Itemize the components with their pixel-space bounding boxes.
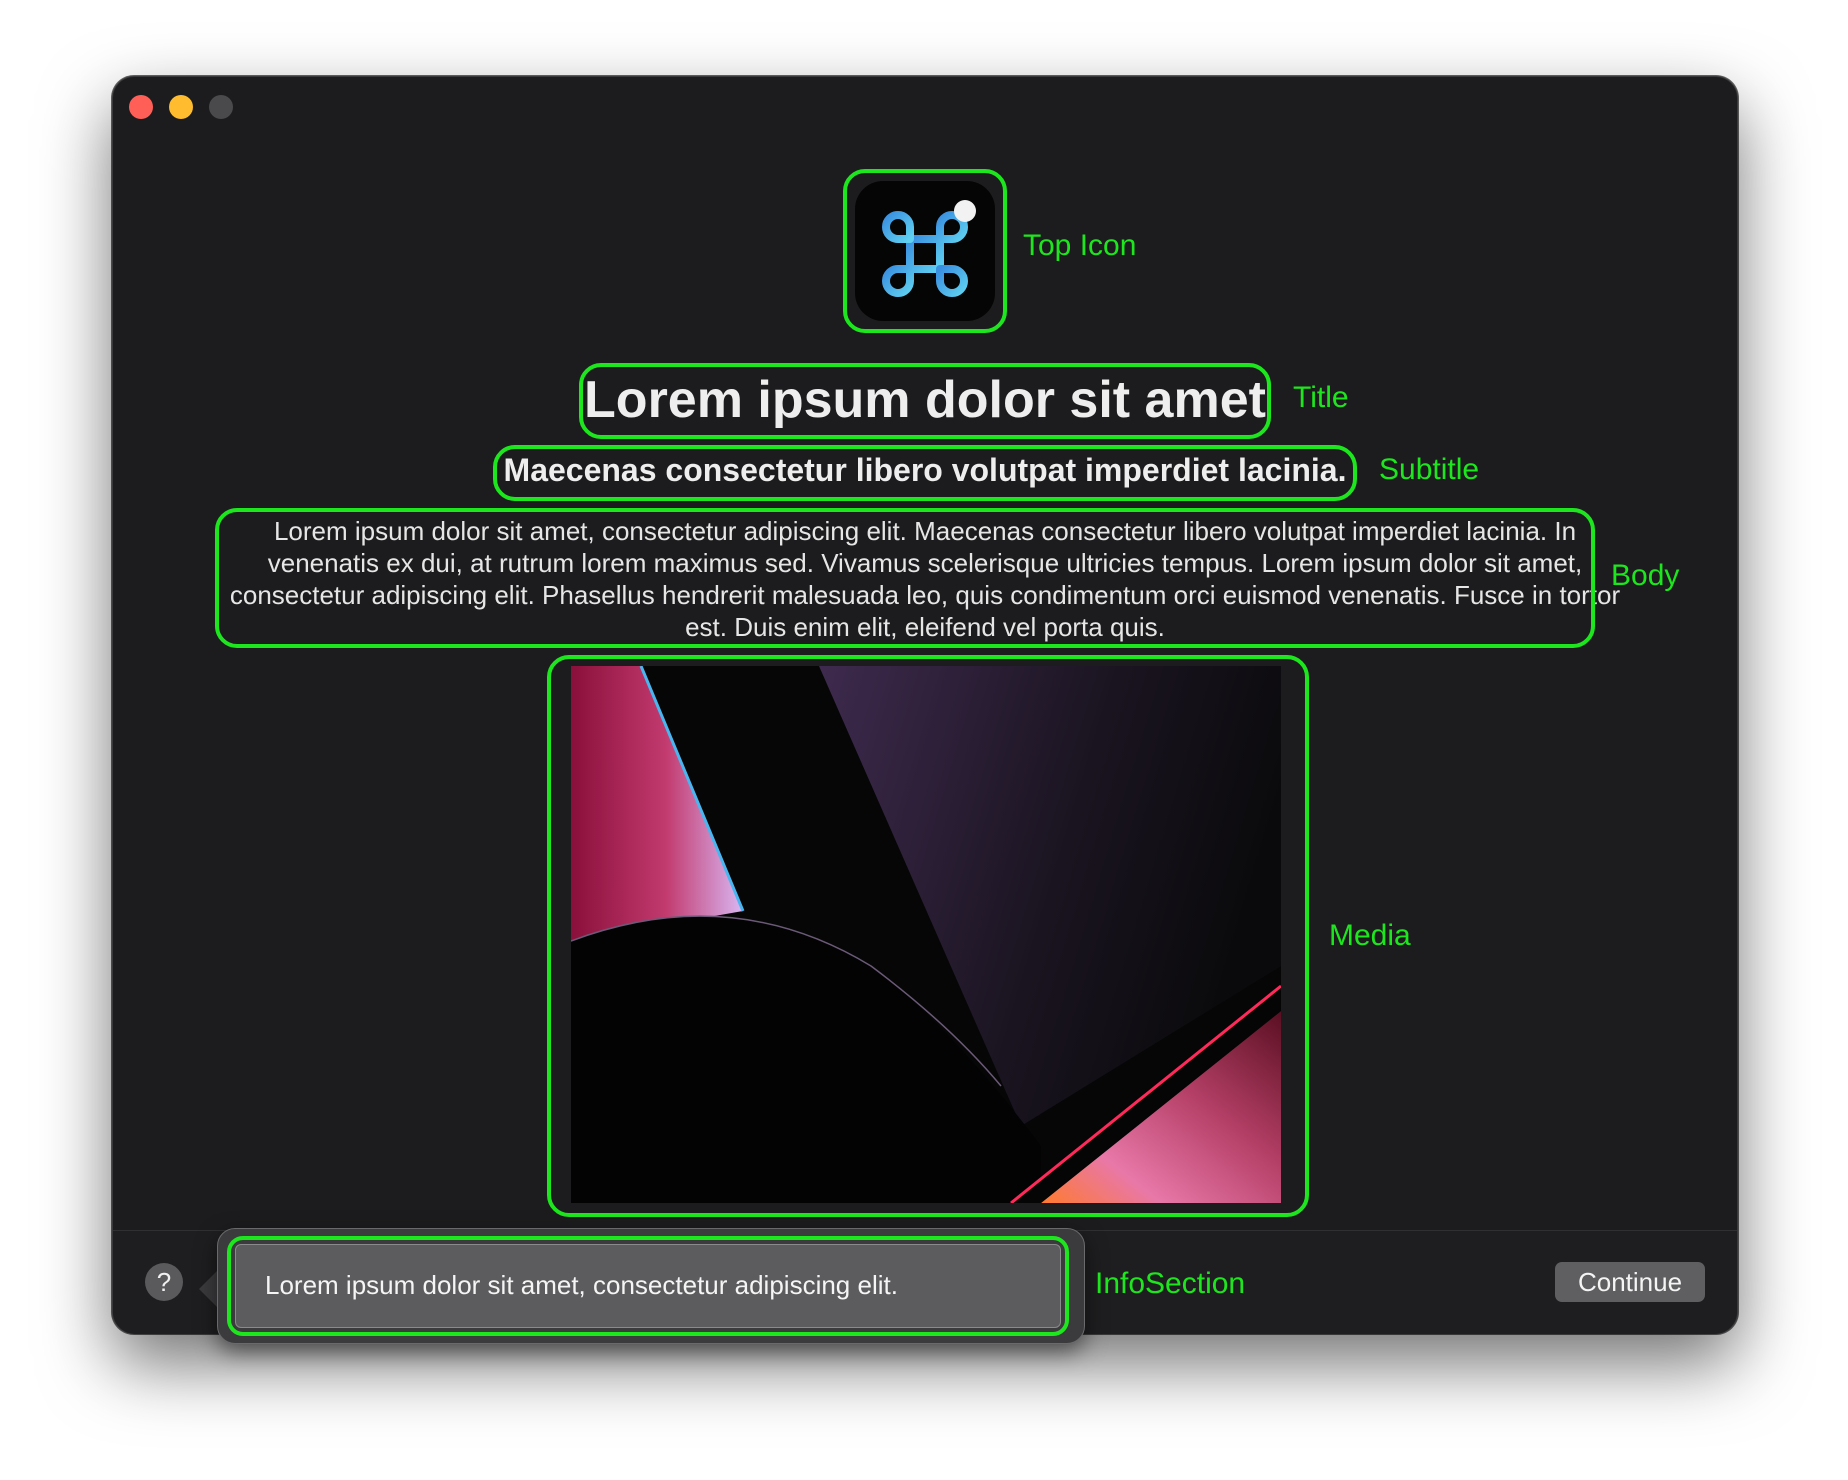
continue-button[interactable]: Continue bbox=[1555, 1262, 1705, 1302]
body-annotation bbox=[215, 508, 1595, 648]
info-section-annotation-label: InfoSection bbox=[1095, 1267, 1246, 1300]
help-button[interactable]: ? bbox=[145, 1263, 183, 1301]
media-annotation-label: Media bbox=[1329, 919, 1411, 952]
media-annotation bbox=[547, 655, 1309, 1217]
close-window-button[interactable] bbox=[129, 95, 153, 119]
body-annotation-label: Body bbox=[1611, 559, 1680, 592]
top-icon-annotation bbox=[843, 169, 1007, 333]
onboarding-window: Lorem ipsum dolor sit amet Maecenas cons… bbox=[112, 76, 1738, 1344]
maximize-window-button[interactable] bbox=[209, 95, 233, 119]
top-icon-annotation-label: Top Icon bbox=[1023, 229, 1137, 262]
info-section-annotation bbox=[227, 1236, 1069, 1336]
title-annotation-label: Title bbox=[1293, 381, 1349, 414]
subtitle-annotation bbox=[493, 445, 1357, 501]
traffic-lights bbox=[129, 95, 233, 119]
subtitle-annotation-label: Subtitle bbox=[1379, 453, 1480, 486]
info-popover-arrow bbox=[199, 1269, 219, 1309]
title-annotation bbox=[579, 363, 1271, 439]
minimize-window-button[interactable] bbox=[169, 95, 193, 119]
